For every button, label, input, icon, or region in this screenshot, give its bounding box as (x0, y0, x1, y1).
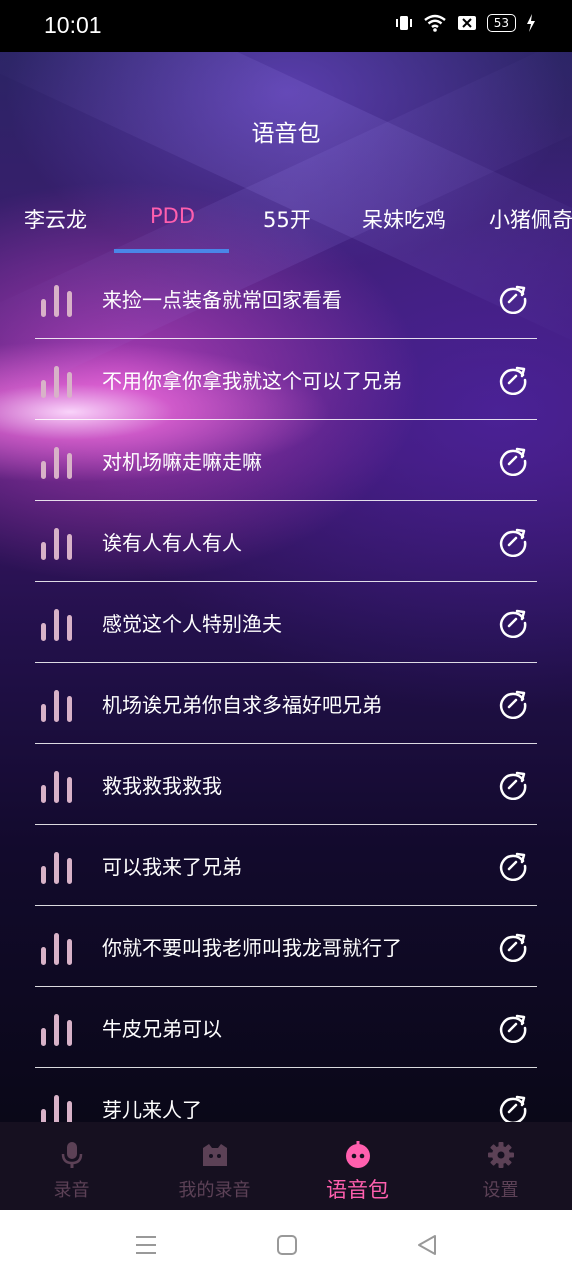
tab-peppa-pig[interactable]: 小猪佩奇 (489, 204, 572, 234)
voice-clip-text: 来捡一点装备就常回家看看 (102, 288, 342, 312)
back-icon[interactable] (416, 1234, 438, 1256)
voice-clip-row[interactable]: 感觉这个人特别渔夫 (35, 582, 537, 663)
tab-55kai[interactable]: 55开 (263, 204, 311, 234)
charging-icon (527, 14, 535, 32)
voice-clip-text: 感觉这个人特别渔夫 (102, 612, 282, 636)
sound-bars-icon (41, 933, 75, 965)
bottom-nav: 录音 我的录音 语音包 设置 (0, 1122, 572, 1210)
active-tab-indicator (114, 249, 229, 253)
system-nav-bar (0, 1210, 572, 1280)
nav-record[interactable]: 录音 (0, 1122, 143, 1210)
sound-bars-icon (41, 771, 75, 803)
voice-clip-row[interactable]: 诶有人有人有人 (35, 501, 537, 582)
nav-voice-pack-label: 语音包 (326, 1178, 389, 1202)
voice-clip-row[interactable]: 对机场嘛走嘛走嘛 (35, 420, 537, 501)
robot-face-icon (346, 1141, 370, 1168)
sound-bars-icon (41, 528, 75, 560)
vibrate-icon (395, 16, 412, 30)
tab-daimei-chiji[interactable]: 呆妹吃鸡 (362, 204, 446, 234)
voice-clip-text: 对机场嘛走嘛走嘛 (102, 450, 262, 474)
menu-icon[interactable] (135, 1234, 157, 1256)
status-icons: 53 (395, 14, 536, 32)
home-icon[interactable] (276, 1234, 298, 1256)
voice-clip-row[interactable]: 可以我来了兄弟 (35, 825, 537, 906)
replay-icon[interactable] (497, 444, 529, 476)
folder-icon (203, 1144, 227, 1166)
voice-clip-text: 机场诶兄弟你自求多福好吧兄弟 (102, 693, 382, 717)
replay-icon[interactable] (497, 282, 529, 314)
voice-clip-text: 你就不要叫我老师叫我龙哥就行了 (102, 936, 402, 960)
nav-settings[interactable]: 设置 (429, 1122, 572, 1210)
voice-clip-text: 可以我来了兄弟 (102, 855, 242, 879)
voice-clip-row[interactable]: 救我救我救我 (35, 744, 537, 825)
voice-clip-row[interactable]: 来捡一点装备就常回家看看 (35, 258, 537, 339)
voice-clip-text: 诶有人有人有人 (102, 531, 242, 555)
nav-voice-pack[interactable]: 语音包 (286, 1122, 429, 1210)
replay-icon[interactable] (497, 1092, 529, 1122)
voice-clip-text: 牛皮兄弟可以 (102, 1017, 222, 1041)
nav-my-recordings-label: 我的录音 (178, 1180, 251, 1201)
replay-icon[interactable] (497, 1011, 529, 1043)
replay-icon[interactable] (497, 768, 529, 800)
sound-bars-icon (41, 852, 75, 884)
voice-clip-row[interactable]: 芽儿来人了 (35, 1068, 537, 1122)
nav-my-recordings[interactable]: 我的录音 (143, 1122, 286, 1210)
sound-bars-icon (41, 690, 75, 722)
voice-clip-row[interactable]: 牛皮兄弟可以 (35, 987, 537, 1068)
replay-icon[interactable] (497, 687, 529, 719)
character-tabs: 李云龙 PDD 55开 呆妹吃鸡 小猪佩奇 (0, 204, 572, 254)
page-title: 语音包 (251, 121, 321, 147)
wifi-icon (423, 14, 446, 32)
voice-clip-row[interactable]: 机场诶兄弟你自求多福好吧兄弟 (35, 663, 537, 744)
sound-bars-icon (41, 285, 75, 317)
battery-indicator: 53 (486, 14, 516, 32)
sound-bars-icon (41, 1095, 75, 1122)
sound-bars-icon (41, 366, 75, 398)
sound-bars-icon (41, 609, 75, 641)
sound-bars-icon (41, 1014, 75, 1046)
voice-clip-text: 不用你拿你拿我就这个可以了兄弟 (102, 369, 402, 393)
voice-clip-row[interactable]: 你就不要叫我老师叫我龙哥就行了 (35, 906, 537, 987)
voice-clip-text: 救我救我救我 (102, 774, 222, 798)
voice-clip-list: 来捡一点装备就常回家看看不用你拿你拿我就这个可以了兄弟 对机场嘛走嘛走嘛 诶有人有人… (35, 258, 537, 1122)
replay-icon[interactable] (497, 363, 529, 395)
tab-pdd[interactable]: PDD (150, 204, 195, 228)
nav-settings-label: 设置 (482, 1180, 519, 1201)
replay-icon[interactable] (497, 525, 529, 557)
voice-pack-screen: 语音包 李云龙 PDD 55开 呆妹吃鸡 小猪佩奇 来捡一点装备就常回家看看不用… (0, 52, 572, 1122)
replay-icon[interactable] (497, 606, 529, 638)
status-time: 10:01 (44, 12, 102, 38)
replay-icon[interactable] (497, 849, 529, 881)
voice-clip-text: 芽儿来人了 (102, 1098, 202, 1122)
sound-bars-icon (41, 447, 75, 479)
gear-icon (488, 1142, 514, 1168)
microphone-icon (61, 1142, 83, 1168)
tab-li-yunlong[interactable]: 李云龙 (24, 204, 87, 234)
voice-clip-row[interactable]: 不用你拿你拿我就这个可以了兄弟 (35, 339, 537, 420)
sim-card-icon (457, 16, 476, 30)
replay-icon[interactable] (497, 930, 529, 962)
nav-record-label: 录音 (53, 1180, 90, 1201)
status-bar: 10:01 53 (0, 0, 572, 52)
